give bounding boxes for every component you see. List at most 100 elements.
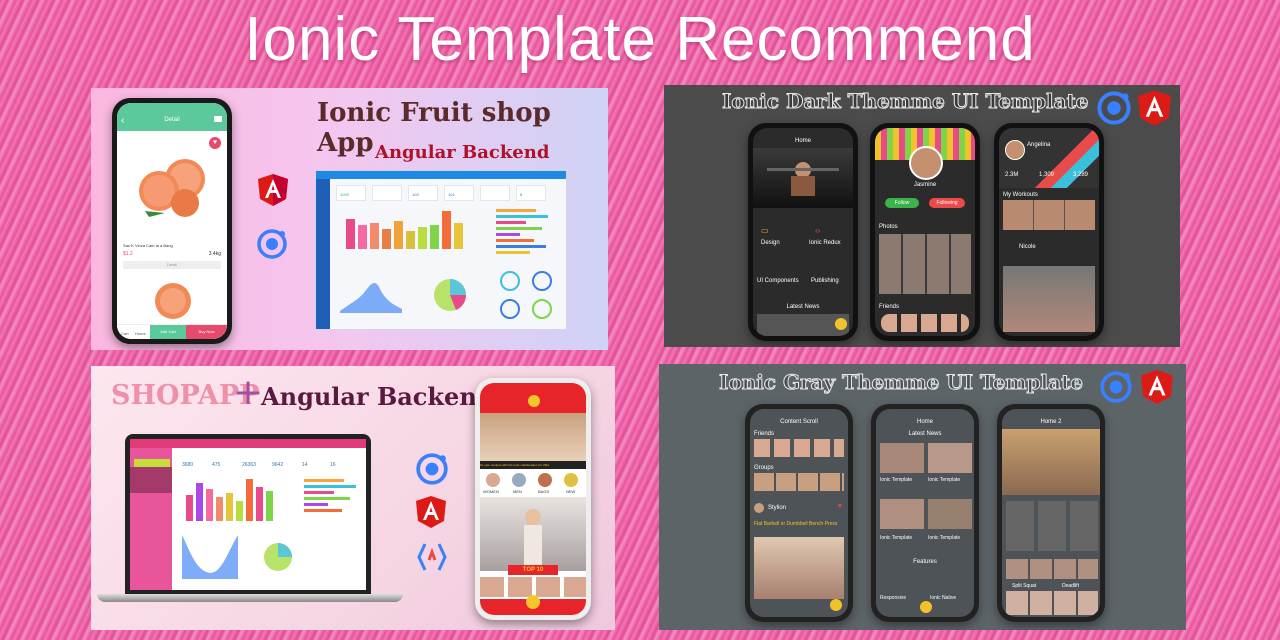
- post-image: [754, 537, 844, 599]
- news-image: [928, 443, 972, 473]
- laptop-base: [97, 594, 403, 602]
- latest-news-label: Latest News: [908, 431, 942, 437]
- gray-theme-panel[interactable]: Ionic Gray Themme UI Template Content Sc…: [659, 364, 1186, 630]
- category-label: MEN: [513, 489, 522, 494]
- dark-theme-panel[interactable]: Ionic Dark Themme UI Template Home ▭ ‹› …: [664, 85, 1180, 347]
- user-name: Stylion: [768, 505, 787, 511]
- shopapp-subheading: Angular Backend: [261, 382, 494, 411]
- news-title: Ionic Template: [928, 535, 961, 541]
- stat-value: 9642: [272, 462, 284, 468]
- stat-value: 14: [302, 462, 308, 468]
- screen-title: Home: [794, 138, 811, 144]
- nav-home[interactable]: Home: [135, 331, 146, 336]
- stat-value: 1,309: [1039, 172, 1055, 178]
- screen-title: Home: [916, 419, 933, 425]
- fab-button[interactable]: [920, 601, 932, 613]
- dark-phone-2: Jasmine Follow Following Photos Friends: [870, 123, 980, 341]
- model-image: [480, 497, 586, 571]
- friend-avatars: [754, 439, 844, 457]
- screen-title: Home 2: [1040, 419, 1062, 425]
- laptop-mockup: 3680 475 26363 9642 14 16: [125, 434, 371, 594]
- latest-news-label: Latest News: [786, 304, 820, 310]
- angular-logo-icon: [1141, 370, 1173, 404]
- news-title: Ionic Template: [880, 535, 913, 541]
- angular-logo-icon: [1138, 90, 1171, 126]
- ui-components-label: UI Components: [757, 278, 799, 284]
- add-cart-button[interactable]: Add Cart: [150, 325, 186, 339]
- friends-label: Friends: [879, 304, 900, 310]
- feature-label: Ionic Native: [930, 595, 957, 601]
- bar-chart: [346, 211, 463, 249]
- nav-cart[interactable]: Cart: [121, 331, 129, 336]
- category-icon[interactable]: [564, 473, 578, 487]
- photos-label: Photos: [879, 224, 898, 230]
- screen-title: Content Scroll: [780, 419, 818, 425]
- cart-icon[interactable]: [526, 595, 540, 609]
- gray-phone-3: Home 2 Split Squat Deadlift: [997, 404, 1105, 622]
- gray-heading: Ionic Gray Themme UI Template: [718, 370, 1084, 395]
- exercise-label: Split Squat: [1012, 583, 1037, 589]
- exercise-images: [1006, 591, 1098, 615]
- news-image: [928, 499, 972, 529]
- gray-phone-2: Home Latest News Ionic Template Ionic Te…: [871, 404, 979, 622]
- follow-button[interactable]: Follow: [885, 198, 919, 208]
- stat-value: 101: [448, 192, 455, 197]
- grapefruit-image: [139, 159, 205, 217]
- grapefruit-image-2: [155, 283, 191, 319]
- group-images: [754, 473, 844, 491]
- category-icon[interactable]: [486, 473, 500, 487]
- product-name: Sau K Vinca Cam ta a Bang: [123, 243, 173, 248]
- icon-grid: [1006, 501, 1098, 551]
- exercise-images: [1006, 559, 1098, 579]
- plus-sign: +: [233, 372, 264, 413]
- avatar: [909, 146, 943, 180]
- shop-phone: for your workout with the ionic collabor…: [475, 378, 591, 620]
- avatar: [1005, 140, 1025, 160]
- heart-icon[interactable]: ♥: [209, 137, 221, 149]
- exercise-label: Deadlift: [1062, 583, 1079, 589]
- pie-chart: [434, 279, 467, 311]
- following-button[interactable]: Following: [929, 198, 965, 208]
- stat-value: 3680: [182, 462, 194, 468]
- heart-icon[interactable]: ♥: [838, 503, 842, 510]
- news-title: Ionic Template: [928, 477, 961, 483]
- design-icon: ▭: [761, 226, 769, 235]
- category-icon[interactable]: [538, 473, 552, 487]
- horizontal-bar-chart: [304, 479, 356, 512]
- features-label: Features: [913, 559, 937, 565]
- product-weight: 3.4kg: [208, 251, 221, 257]
- post-title: Flat Barbell or Dumbbell Bench Press: [754, 521, 838, 527]
- shop-logo-icon: [528, 395, 540, 407]
- fruit-shop-panel[interactable]: ‹ Detail ♥ Sau K Vinca Cam ta a Bang $1.…: [91, 88, 608, 350]
- stat-value: 16: [330, 462, 336, 468]
- page-title: Ionic Template Recommend: [244, 5, 1036, 74]
- horizontal-bar-chart: [496, 209, 548, 254]
- gym-image: [1002, 429, 1100, 495]
- top-ten-badge[interactable]: TOP 10: [508, 565, 558, 575]
- publishing-label: Publishing: [811, 278, 839, 284]
- dark-heading: Ionic Dark Themme UI Template: [722, 89, 1090, 114]
- ionic-logo-icon: [416, 453, 448, 485]
- code-icon: ‹›: [815, 226, 821, 235]
- news-image: [880, 443, 924, 473]
- shopapp-panel[interactable]: SHOPAPP + Angular Backend 3680 475 26363…: [91, 366, 615, 630]
- ionic-logo-icon: [257, 229, 287, 259]
- friends-label: Friends: [754, 431, 775, 437]
- avatar: [754, 503, 764, 513]
- fab-button[interactable]: [835, 318, 847, 330]
- feature-label: Responsive: [880, 595, 907, 601]
- profile-name: Jasmine: [913, 182, 937, 188]
- phone-header-title: Detail: [164, 117, 180, 123]
- photo-grid: [879, 234, 971, 294]
- camera-icon[interactable]: [214, 116, 222, 122]
- shoes-banner: [480, 413, 586, 461]
- jhipster-logo-icon: [417, 543, 447, 571]
- detail-button[interactable]: Detail: [123, 261, 221, 269]
- pie-chart: [264, 543, 292, 571]
- category-icon[interactable]: [512, 473, 526, 487]
- fab-button[interactable]: [830, 599, 842, 611]
- buy-now-button[interactable]: Buy Now: [186, 325, 227, 339]
- category-label: NEW: [566, 489, 576, 494]
- bar-chart: [186, 479, 273, 521]
- design-label: Design: [761, 240, 780, 246]
